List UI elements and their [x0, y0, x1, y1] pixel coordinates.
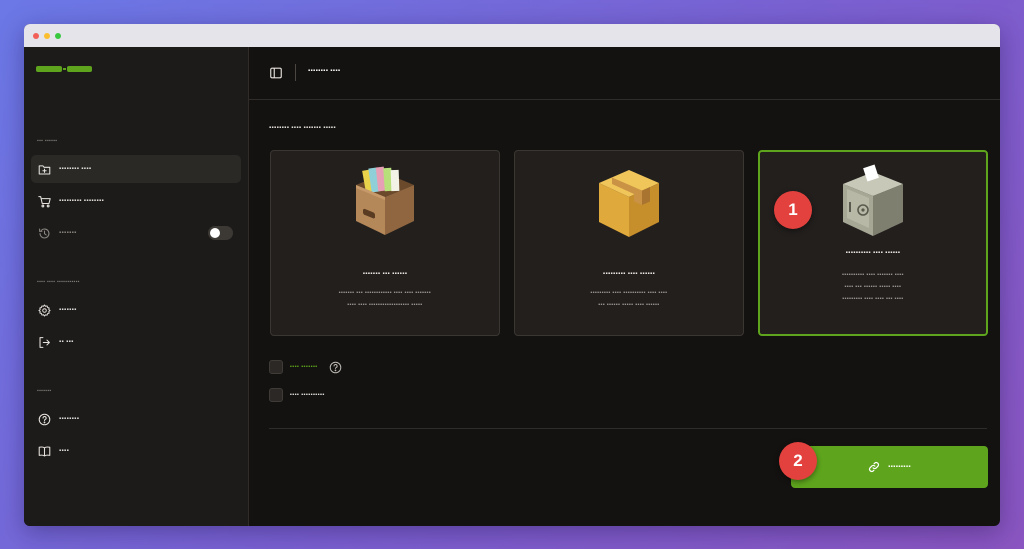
- sidebar-item-docs[interactable]: ▪▪▪▪: [31, 437, 241, 465]
- primary-button-label: ▪▪▪▪▪▪▪▪▪: [888, 464, 911, 470]
- primary-action-button[interactable]: ▪▪▪▪▪▪▪▪▪: [791, 446, 988, 488]
- history-toggle[interactable]: [208, 226, 233, 240]
- help-circle-icon: [38, 413, 51, 425]
- close-window-dot[interactable]: [33, 32, 39, 39]
- checkbox-row: ▪▪▪▪ ▪▪▪▪▪▪▪▪▪▪: [269, 388, 325, 402]
- sidebar-item-help[interactable]: ▪▪▪▪▪▪▪▪: [31, 405, 241, 433]
- brand-logo[interactable]: [36, 65, 92, 73]
- option-card-file-box[interactable]: ▪▪▪▪▪▪▪ ▪▪▪ ▪▪▪▪▪▪ ▪▪▪▪▪▪▪ ▪▪▪ ▪▪▪▪▪▪▪▪▪…: [270, 150, 500, 336]
- option-description: ▪▪▪▪▪▪▪ ▪▪▪ ▪▪▪▪▪▪▪▪▪▪▪▪ ▪▪▪▪ ▪▪▪▪ ▪▪▪▪▪…: [338, 290, 432, 308]
- sidebar-section-label: ▪▪▪ ▪▪▪▪▪▪: [37, 138, 58, 144]
- main-content: ▪▪▪▪▪▪▪▪ ▪▪▪▪ ▪▪▪▪▪▪▪▪ ▪▪▪▪ ▪▪▪▪▪▪▪ ▪▪▪▪…: [249, 47, 1000, 526]
- annotation-badge-1: 1: [774, 191, 812, 229]
- sidebar-section-label: ▪▪▪▪ ▪▪▪▪ ▪▪▪▪▪▪▪▪▪▪▪: [37, 279, 80, 285]
- option-description: ▪▪▪▪▪▪▪▪▪▪ ▪▪▪▪ ▪▪▪▪▪▪▪ ▪▪▪▪ ▪▪▪▪ ▪▪▪ ▪▪…: [842, 272, 904, 302]
- title-bar: [24, 24, 1000, 47]
- checkbox-row: ▪▪▪▪ ▪▪▪▪▪▪▪: [269, 360, 342, 374]
- folder-plus-icon: [38, 164, 51, 174]
- page-title: ▪▪▪▪▪▪▪▪ ▪▪▪▪: [308, 68, 341, 74]
- sidebar-item-logout[interactable]: ▪▪ ▪▪▪: [31, 328, 241, 356]
- option-title: ▪▪▪▪▪▪▪▪▪▪ ▪▪▪▪ ▪▪▪▪▪▪: [845, 250, 901, 256]
- sidebar-item-label: ▪▪▪▪▪▪▪▪▪ ▪▪▪▪▪▪▪▪: [59, 198, 105, 204]
- option-checkbox[interactable]: [269, 360, 283, 374]
- option-title: ▪▪▪▪▪▪▪ ▪▪▪ ▪▪▪▪▪▪: [362, 271, 408, 277]
- help-icon[interactable]: [329, 361, 342, 374]
- sidebar-item-label: ▪▪▪▪▪▪▪▪: [59, 416, 80, 422]
- sidebar-item-label: ▪▪▪▪▪▪▪: [59, 230, 77, 236]
- checkbox-label[interactable]: ▪▪▪▪ ▪▪▪▪▪▪▪▪▪▪: [290, 392, 325, 398]
- file-box-icon: [356, 166, 414, 235]
- sidebar-item-create[interactable]: ▪▪▪▪▪▪▪▪ ▪▪▪▪: [31, 155, 241, 183]
- section-title: ▪▪▪▪▪▪▪▪ ▪▪▪▪ ▪▪▪▪▪▪▪ ▪▪▪▪▪: [269, 125, 336, 131]
- sidebar-item-label: ▪▪▪▪▪▪▪▪ ▪▪▪▪: [59, 166, 92, 172]
- cart-icon: [38, 195, 51, 207]
- book-icon: [38, 446, 51, 456]
- sidebar-item-label: ▪▪ ▪▪▪: [59, 339, 74, 345]
- option-card-cardboard-box[interactable]: ▪▪▪▪▪▪▪▪▪ ▪▪▪▪ ▪▪▪▪▪▪ ▪▪▪▪▪▪▪▪▪ ▪▪▪▪ ▪▪▪…: [514, 150, 744, 336]
- maximize-window-dot[interactable]: [55, 32, 61, 39]
- sidebar: ▪▪▪ ▪▪▪▪▪▪ ▪▪▪▪▪▪▪▪ ▪▪▪▪ ▪▪▪▪▪▪▪▪▪ ▪▪▪▪▪…: [24, 47, 249, 526]
- option-title: ▪▪▪▪▪▪▪▪▪ ▪▪▪▪ ▪▪▪▪▪▪: [602, 271, 656, 277]
- sidebar-item-label: ▪▪▪▪: [59, 448, 70, 454]
- option-card-safe[interactable]: ▪▪▪▪▪▪▪▪▪▪ ▪▪▪▪ ▪▪▪▪▪▪ ▪▪▪▪▪▪▪▪▪▪ ▪▪▪▪ ▪…: [758, 150, 988, 336]
- sidebar-item-label: ▪▪▪▪▪▪▪: [59, 307, 77, 313]
- sidebar-item-cart[interactable]: ▪▪▪▪▪▪▪▪▪ ▪▪▪▪▪▪▪▪: [31, 187, 241, 215]
- sidebar-toggle-icon[interactable]: [269, 66, 283, 80]
- gear-icon: [38, 303, 51, 317]
- checkbox-label[interactable]: ▪▪▪▪ ▪▪▪▪▪▪▪: [290, 364, 318, 370]
- annotation-badge-2: 2: [779, 442, 817, 480]
- divider: [269, 428, 987, 429]
- app-window: ▪▪▪ ▪▪▪▪▪▪ ▪▪▪▪▪▪▪▪ ▪▪▪▪ ▪▪▪▪▪▪▪▪▪ ▪▪▪▪▪…: [24, 24, 1000, 526]
- minimize-window-dot[interactable]: [44, 32, 50, 39]
- sidebar-section-label: ▪▪▪▪▪▪▪: [37, 388, 52, 394]
- toggle-knob: [210, 228, 220, 238]
- top-bar: ▪▪▪▪▪▪▪▪ ▪▪▪▪: [249, 47, 1000, 100]
- option-description: ▪▪▪▪▪▪▪▪▪ ▪▪▪▪ ▪▪▪▪▪▪▪▪▪▪ ▪▪▪▪ ▪▪▪▪ ▪▪▪ …: [590, 290, 668, 308]
- link-icon: [869, 462, 880, 472]
- cardboard-box-icon: [599, 170, 659, 237]
- safe-box-icon: [843, 164, 903, 236]
- divider: [295, 64, 296, 81]
- logout-icon: [39, 336, 50, 348]
- sidebar-item-settings[interactable]: ▪▪▪▪▪▪▪: [31, 296, 241, 324]
- sidebar-item-history[interactable]: ▪▪▪▪▪▪▪: [31, 219, 241, 247]
- history-icon: [39, 227, 50, 238]
- option-checkbox[interactable]: [269, 388, 283, 402]
